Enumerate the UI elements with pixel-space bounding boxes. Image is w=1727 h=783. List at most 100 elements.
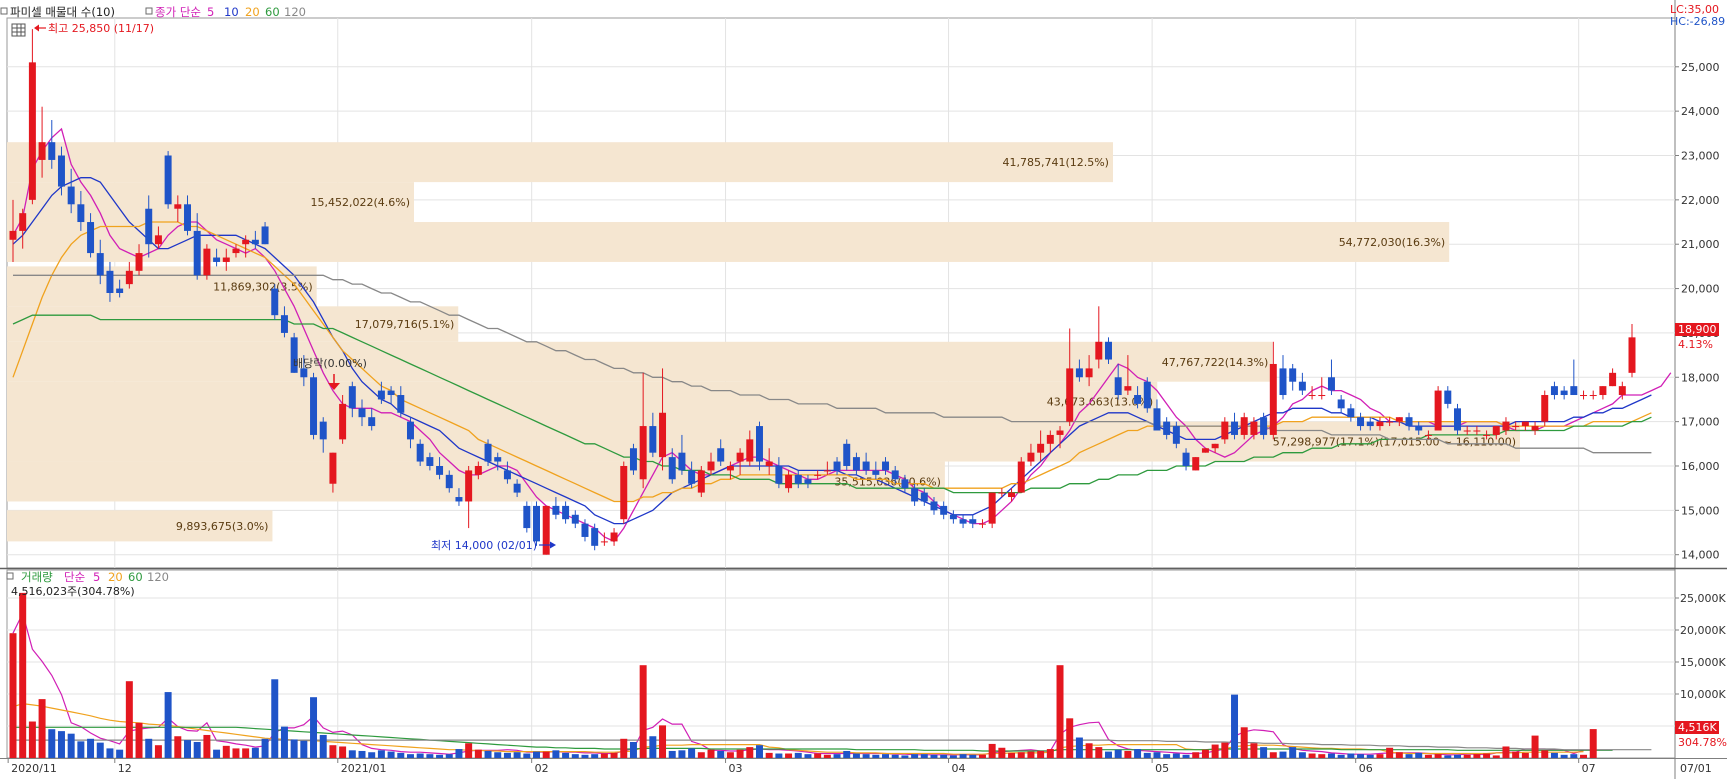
volume-bar <box>523 753 531 758</box>
candle-body <box>1289 368 1297 382</box>
volume-profile-label: 54,772,030(16.3%) <box>1339 236 1446 249</box>
stock-chart[interactable]: 9,893,675(3.0%) 35,515,036(10.6%) 57,298,9… <box>0 0 1727 779</box>
volume-bar <box>785 753 793 758</box>
candle-body <box>1512 426 1520 428</box>
volume-bar <box>1269 752 1277 758</box>
volume-bar <box>833 754 841 758</box>
candle-body <box>96 253 104 276</box>
volume-bar <box>1550 752 1558 758</box>
volume-ma-period-5[interactable]: 5 <box>93 570 100 584</box>
volume-bar <box>794 752 802 758</box>
volume-bar <box>358 750 366 758</box>
volume-profile-label: 17,079,716(5.1%) <box>355 318 455 331</box>
volume-bar <box>1415 752 1423 758</box>
candle-body <box>978 523 986 525</box>
candle-body <box>755 426 763 462</box>
ma-legend-toggle-icon[interactable] <box>145 7 153 15</box>
candle-body <box>1163 421 1171 435</box>
volume-bar <box>329 745 337 758</box>
volume-ma-period-120[interactable]: 120 <box>147 570 169 584</box>
x-tick-label: 05 <box>1155 762 1169 775</box>
candle-body <box>1434 390 1442 431</box>
volume-bar <box>901 755 909 758</box>
volume-legend-toggle-icon[interactable] <box>6 572 14 580</box>
candle-body <box>1570 386 1578 396</box>
candle-body <box>649 426 657 453</box>
price-chart-title[interactable]: 파미셀 매물대 수(10) <box>10 5 115 19</box>
volume-bar <box>1512 751 1520 758</box>
volume-bar <box>513 752 521 758</box>
ma-period-60[interactable]: 60 <box>265 5 280 19</box>
volume-bar <box>1037 750 1045 758</box>
volume-bar <box>969 754 977 758</box>
candle-body <box>1075 368 1083 378</box>
candle-body <box>930 501 938 511</box>
candle-body <box>377 390 385 400</box>
candle-body <box>1095 341 1103 360</box>
volume-bar <box>659 725 667 758</box>
candle-body <box>436 465 444 475</box>
volume-tick-label: 10,000K <box>1680 688 1726 701</box>
volume-bar <box>1095 747 1103 758</box>
volume-bar <box>1172 753 1180 758</box>
candle-body <box>19 213 27 231</box>
candle-body <box>1609 372 1617 387</box>
candle-body <box>154 235 162 245</box>
candle-body <box>1357 417 1365 427</box>
volume-bar <box>1434 754 1442 758</box>
candle-body <box>406 421 414 440</box>
legend-toggle-icon[interactable] <box>0 7 8 15</box>
candle-body <box>1386 421 1394 423</box>
candle-body <box>358 408 366 418</box>
ma-period-10[interactable]: 10 <box>224 5 239 19</box>
candle-body <box>1502 421 1510 431</box>
candle-body <box>145 208 153 245</box>
candle-body <box>455 497 463 502</box>
candle-body <box>1269 363 1277 435</box>
volume-ma-period-20[interactable]: 20 <box>108 570 123 584</box>
volume-bar <box>542 751 550 758</box>
volume-title[interactable]: 거래량 <box>21 570 53 584</box>
price-tick-label: 22,000 <box>1681 194 1720 207</box>
volume-bar <box>290 739 298 758</box>
volume-bar <box>154 745 162 758</box>
candle-body <box>920 492 928 502</box>
volume-ma-period-60[interactable]: 60 <box>128 570 143 584</box>
volume-bar <box>1386 747 1394 758</box>
candle-body <box>1017 461 1025 493</box>
last-volume-text: 4,516,023주(304.78%) <box>11 585 135 598</box>
volume-bar <box>465 743 473 758</box>
volume-bar <box>649 736 657 758</box>
ma-period-5[interactable]: 5 <box>207 5 214 19</box>
candle-body <box>1424 434 1432 436</box>
low-price-label: 최저 14,000 (02/01) <box>431 539 537 552</box>
candle-body <box>1541 395 1549 422</box>
ma-period-120[interactable]: 120 <box>284 5 306 19</box>
volume-bar <box>48 729 56 758</box>
candle-body <box>213 257 221 262</box>
volume-bar <box>1134 749 1142 758</box>
volume-profile-label: 15,452,022(4.6%) <box>310 196 410 209</box>
candle-body <box>591 528 599 546</box>
candle-body <box>203 248 211 276</box>
volume-bar <box>1231 694 1239 758</box>
candle-body <box>998 492 1006 494</box>
volume-bar <box>242 748 250 758</box>
volume-bar <box>891 754 899 758</box>
limit-hc: HC:-26,89 <box>1670 15 1725 28</box>
volume-bar <box>1066 718 1074 758</box>
candle-body <box>310 377 318 435</box>
ma-period-20[interactable]: 20 <box>245 5 260 19</box>
volume-bar <box>339 746 347 758</box>
price-tick-label: 15,000 <box>1681 504 1720 517</box>
candle-body <box>339 403 347 440</box>
volume-bar <box>474 749 482 758</box>
volume-bar <box>940 754 948 758</box>
candle-body <box>678 452 686 471</box>
volume-bar <box>77 741 85 758</box>
x-tick-label: 2021/01 <box>341 762 387 775</box>
table-icon[interactable] <box>11 23 26 37</box>
volume-bar <box>261 738 269 758</box>
x-tick-label: 2020/11 <box>11 762 57 775</box>
volume-bar <box>1201 749 1209 758</box>
